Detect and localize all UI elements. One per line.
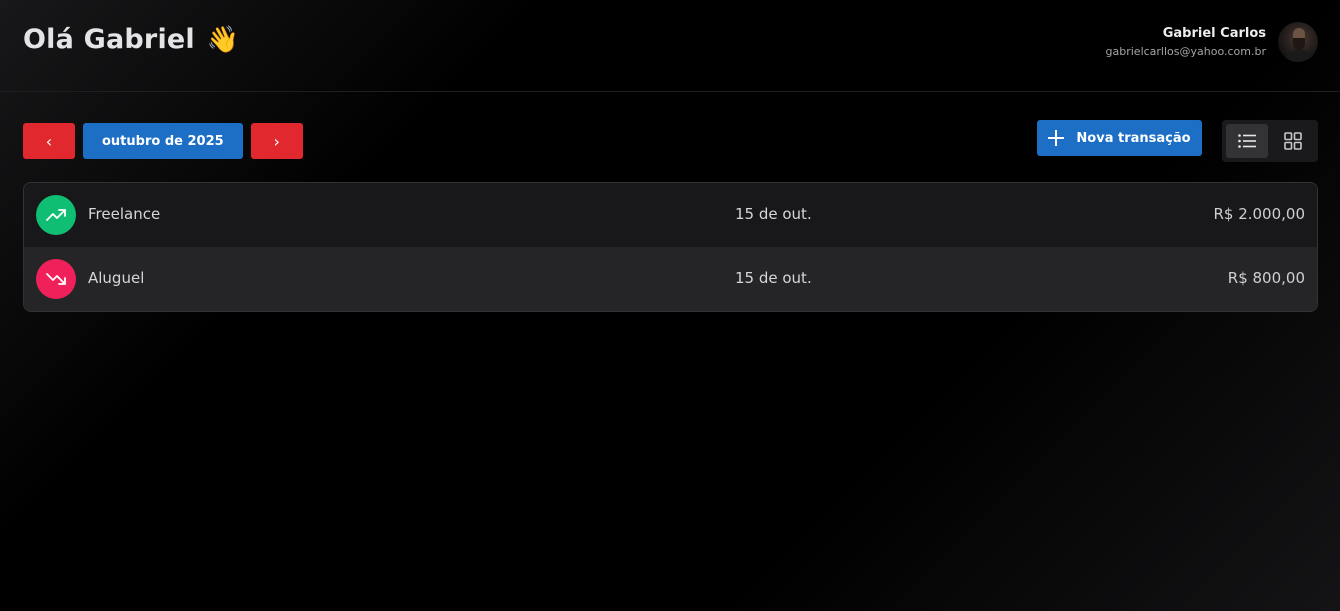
greeting: Olá Gabriel 👋 xyxy=(23,24,239,55)
transaction-name: Freelance xyxy=(88,205,161,223)
transaction-list: Freelance 15 de out. R$ 2.000,00 Aluguel… xyxy=(23,182,1318,312)
transaction-date: 15 de out. xyxy=(735,205,812,223)
new-transaction-label: Nova transação xyxy=(1076,130,1191,146)
month-navigator: ‹ outubro de 2025 › xyxy=(23,123,303,159)
current-month-button[interactable]: outubro de 2025 xyxy=(83,123,243,159)
trending-down-icon xyxy=(36,259,76,299)
user-email: gabrielcarllos@yahoo.com.br xyxy=(1105,45,1266,58)
view-toggle xyxy=(1222,120,1318,162)
new-transaction-button[interactable]: Nova transação xyxy=(1037,120,1202,156)
grid-view-button[interactable] xyxy=(1272,124,1314,158)
transaction-name: Aluguel xyxy=(88,269,145,287)
user-name: Gabriel Carlos xyxy=(1162,26,1266,41)
trending-up-icon xyxy=(36,195,76,235)
avatar[interactable] xyxy=(1278,22,1318,62)
page: Olá Gabriel 👋 Gabriel Carlos gabrielcarl… xyxy=(0,0,1340,611)
previous-month-button[interactable]: ‹ xyxy=(23,123,75,159)
transaction-amount: R$ 800,00 xyxy=(1227,269,1305,287)
waving-hand-icon: 👋 xyxy=(206,24,240,55)
transaction-row[interactable]: Freelance 15 de out. R$ 2.000,00 xyxy=(24,183,1317,247)
header: Olá Gabriel 👋 Gabriel Carlos gabrielcarl… xyxy=(0,0,1340,92)
greeting-title: Olá Gabriel xyxy=(23,24,195,55)
list-icon xyxy=(1238,134,1256,148)
transaction-amount: R$ 2.000,00 xyxy=(1213,205,1305,223)
plus-icon xyxy=(1048,130,1065,146)
next-month-button[interactable]: › xyxy=(250,123,303,159)
user-info: Gabriel Carlos gabrielcarllos@yahoo.com.… xyxy=(1106,26,1266,58)
grid-icon xyxy=(1284,132,1302,150)
user-profile[interactable]: Gabriel Carlos gabrielcarllos@yahoo.com.… xyxy=(1106,22,1318,62)
transaction-date: 15 de out. xyxy=(735,269,812,287)
transaction-row[interactable]: Aluguel 15 de out. R$ 800,00 xyxy=(24,247,1317,311)
list-view-button[interactable] xyxy=(1226,124,1268,158)
